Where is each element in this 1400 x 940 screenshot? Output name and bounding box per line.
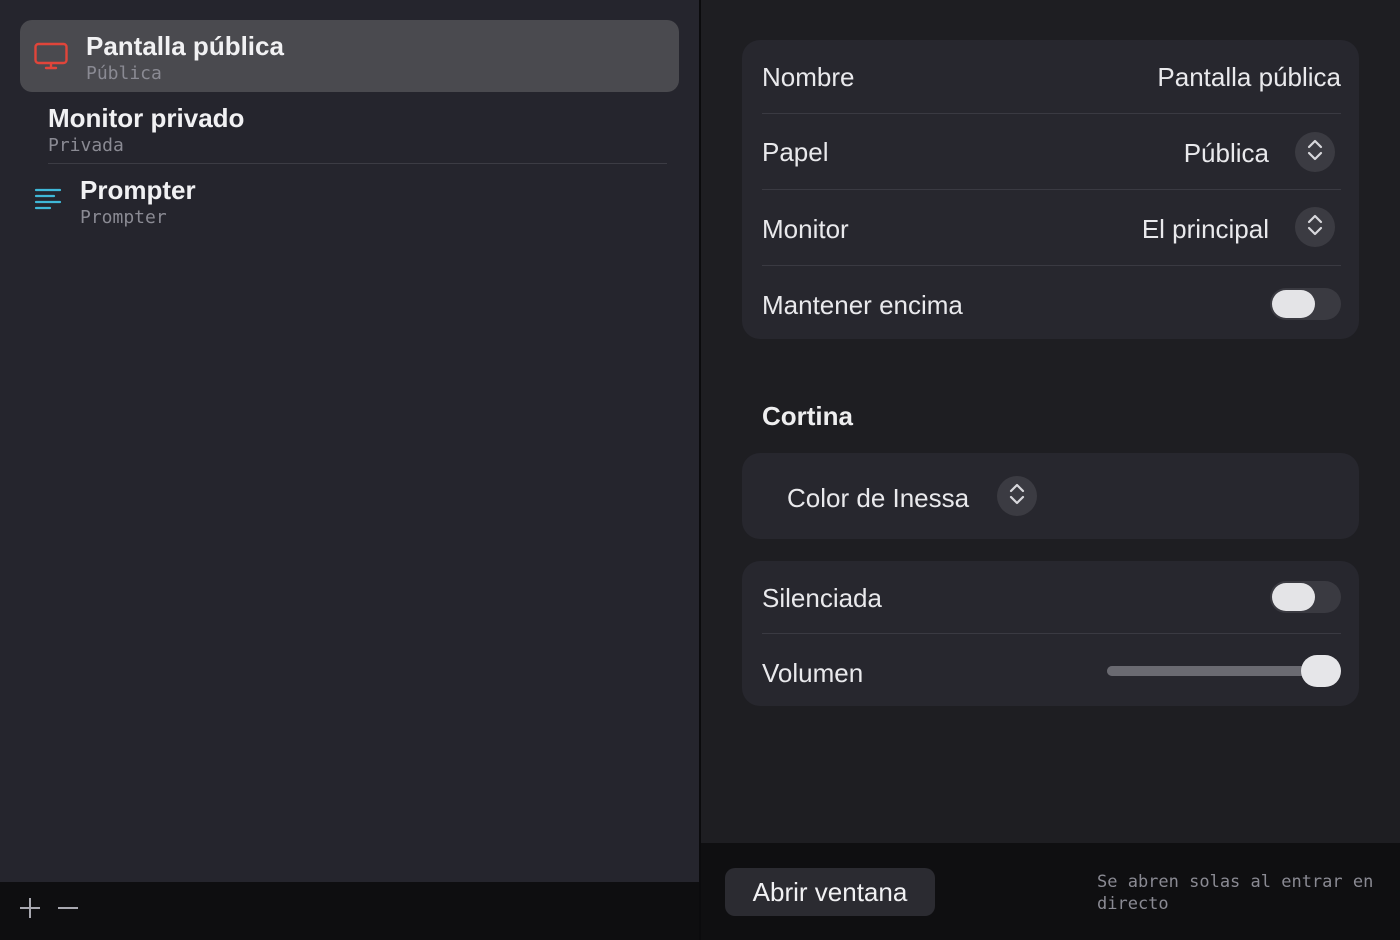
mantener-encima-row: Mantener encima [762,266,1341,339]
silenciada-row: Silenciada [762,561,1341,633]
monitor-popup-value[interactable]: El principal [1142,214,1269,245]
volumen-slider-knob[interactable] [1301,655,1341,687]
cortina-section-title: Cortina [762,401,853,431]
item-subtitle: Prompter [80,207,167,228]
list-item-prompter[interactable]: Prompter Prompter [20,164,679,236]
toggle-knob [1272,583,1315,611]
item-title: Monitor privado [48,103,245,133]
silenciada-label: Silenciada [762,583,882,613]
hint-text: Se abren solas al entrar en directo [1097,872,1374,914]
item-title: Pantalla pública [86,31,284,61]
minus-icon [56,896,80,925]
bottom-bar: Abrir ventana Se abren solas al entrar e… [701,843,1400,940]
toggle-knob [1272,290,1315,318]
papel-label: Papel [762,137,829,167]
volumen-label: Volumen [762,658,864,688]
list-item-monitor-privado[interactable]: Monitor privado Privada [20,92,679,164]
sidebar-footer [0,882,699,940]
cortina-color-popup-button[interactable] [997,476,1037,516]
item-subtitle: Privada [48,135,124,156]
chevron-up-down-icon [1306,138,1324,167]
monitor-popup-button[interactable] [1295,207,1335,247]
cortina-card: Color de Inessa [742,453,1359,539]
plus-icon [18,896,42,925]
window-list: Pantalla pública Pública Monitor privado… [0,0,699,882]
item-title: Prompter [80,175,196,205]
add-window-button[interactable] [16,896,44,924]
text-lines-icon [34,186,68,216]
abrir-ventana-button[interactable]: Abrir ventana [725,868,935,916]
monitor-label: Monitor [762,214,849,244]
list-item-pantalla-publica[interactable]: Pantalla pública Pública [20,20,679,92]
mantener-encima-toggle[interactable] [1270,288,1341,320]
papel-popup-button[interactable] [1295,132,1335,172]
general-settings-card: Nombre Pantalla pública Papel Pública Mo… [742,40,1359,339]
nombre-label: Nombre [762,62,855,92]
audio-card: Silenciada Volumen [742,561,1359,706]
silenciada-toggle[interactable] [1270,581,1341,613]
app-window: Pantalla pública Pública Monitor privado… [0,0,1400,940]
row-divider [762,633,1341,634]
papel-popup-value[interactable]: Pública [1184,138,1269,169]
nombre-row: Nombre Pantalla pública [762,40,1341,114]
detail-pane: Nombre Pantalla pública Papel Pública Mo… [701,0,1400,843]
monitor-icon [34,41,68,71]
nombre-field[interactable]: Pantalla pública [1157,62,1341,93]
papel-row: Papel Pública [762,114,1341,190]
mantener-encima-label: Mantener encima [762,290,963,320]
monitor-row: Monitor El principal [762,190,1341,266]
sidebar: Pantalla pública Pública Monitor privado… [0,0,699,940]
chevron-up-down-icon [1306,213,1324,242]
chevron-up-down-icon [1008,482,1026,511]
remove-window-button[interactable] [54,896,82,924]
cortina-color-popup-value[interactable]: Color de Inessa [787,483,969,514]
item-subtitle: Pública [86,63,162,84]
